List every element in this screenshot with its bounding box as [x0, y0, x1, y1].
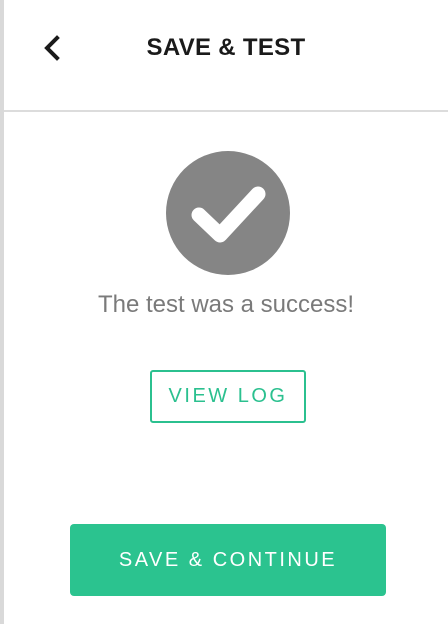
page-title: SAVE & TEST — [146, 34, 306, 61]
panel-header: SAVE & TEST — [4, 0, 448, 112]
save-and-continue-button[interactable]: SAVE & CONTINUE — [70, 524, 386, 596]
view-log-button[interactable]: VIEW LOG — [150, 370, 306, 423]
success-message: The test was a success! — [97, 291, 355, 318]
save-and-test-panel: SAVE & TEST The test was a success! VIEW… — [0, 0, 448, 624]
checkmark-circle-icon — [166, 151, 290, 275]
